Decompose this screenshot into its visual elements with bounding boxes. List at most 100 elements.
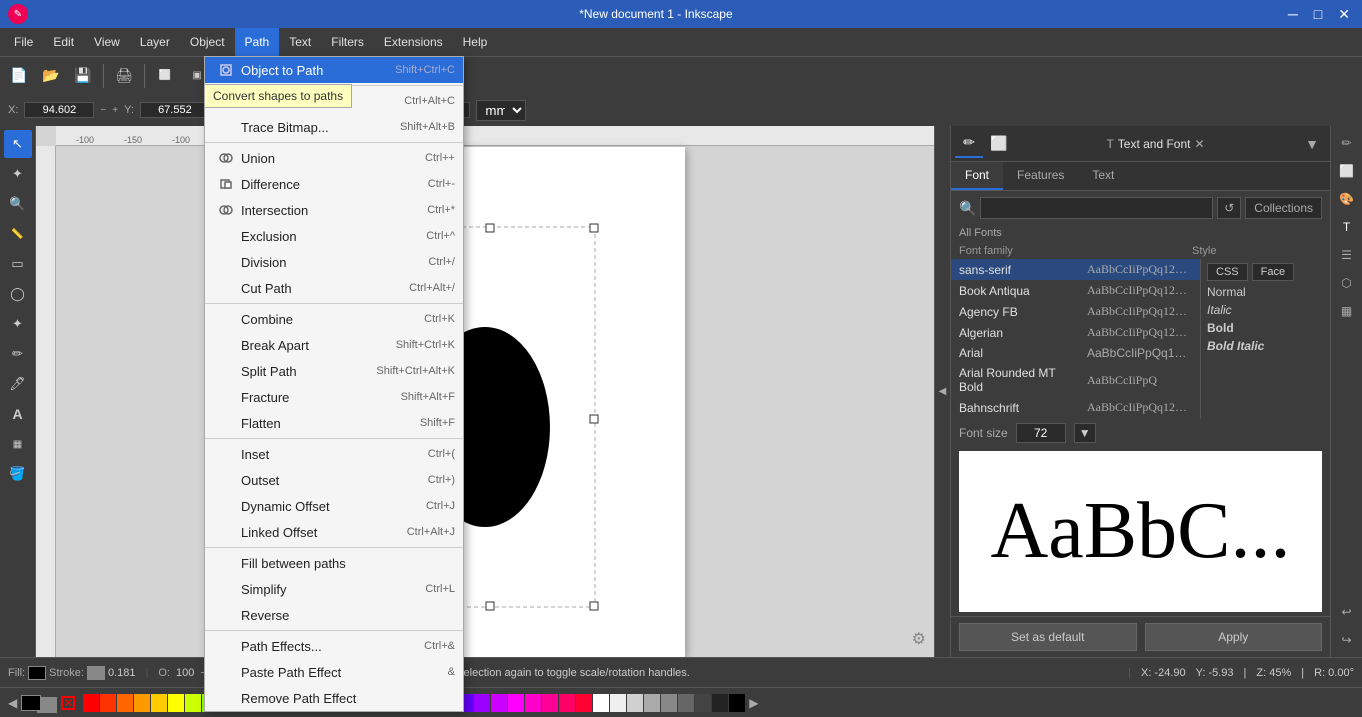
font-size-dropdown[interactable]: ▼ <box>1074 423 1096 443</box>
style-bold[interactable]: Bold <box>1203 319 1328 337</box>
menu-object[interactable]: Object <box>180 28 235 56</box>
menu-item-fracture[interactable]: Fracture Shift+Alt+F <box>205 384 463 410</box>
menu-item-combine[interactable]: Combine Ctrl+K <box>205 306 463 332</box>
menu-item-dynamic-offset[interactable]: Dynamic Offset Ctrl+J <box>205 493 463 519</box>
zoom-fit-page-button[interactable]: ⬜ <box>150 61 180 91</box>
menu-item-trace-bitmap[interactable]: Trace Bitmap... Shift+Alt+B <box>205 114 463 140</box>
zoom-tool[interactable]: 🔍 <box>4 190 32 218</box>
css-button[interactable]: CSS <box>1207 263 1248 281</box>
palette-color[interactable] <box>168 694 184 712</box>
stroke-color-swatch[interactable] <box>87 666 105 680</box>
palette-color[interactable] <box>729 694 745 712</box>
panel-tab-xml[interactable]: ✏ <box>955 130 983 158</box>
face-button[interactable]: Face <box>1252 263 1294 281</box>
symbols-icon[interactable]: ⬡ <box>1334 270 1360 296</box>
menu-filters[interactable]: Filters <box>321 28 374 56</box>
redo-icon-btn[interactable]: ↪ <box>1334 627 1360 653</box>
menu-layer[interactable]: Layer <box>130 28 180 56</box>
xml-editor-icon[interactable]: ✏ <box>1334 130 1360 156</box>
menu-item-paste-path-effect[interactable]: Paste Path Effect & <box>205 659 463 685</box>
tab-features[interactable]: Features <box>1003 162 1078 190</box>
font-list-item-0[interactable]: sans-serif AaBbCcIiPpQq12369$€c? <box>951 259 1200 280</box>
menu-item-reverse[interactable]: Reverse <box>205 602 463 628</box>
undo-icon-btn[interactable]: ↩ <box>1334 599 1360 625</box>
font-list-item-6[interactable]: Bahnschrift AaBbCcIiPpQq12369 <box>951 397 1200 418</box>
menu-file[interactable]: File <box>4 28 43 56</box>
select-tool[interactable]: ↖ <box>4 130 32 158</box>
palette-color[interactable] <box>151 694 167 712</box>
minimize-button[interactable]: ─ <box>1284 6 1302 23</box>
palette-color[interactable] <box>474 694 490 712</box>
palette-color[interactable] <box>83 694 99 712</box>
menu-path[interactable]: Path <box>235 28 280 56</box>
x-minus-btn[interactable]: − <box>100 105 106 116</box>
palette-color[interactable] <box>695 694 711 712</box>
swatches-icon[interactable]: ▦ <box>1334 298 1360 324</box>
text-font-close-icon[interactable]: ✕ <box>1195 137 1205 151</box>
palette-color[interactable] <box>644 694 660 712</box>
menu-item-linked-offset[interactable]: Linked Offset Ctrl+Alt+J <box>205 519 463 545</box>
font-search-input[interactable] <box>980 197 1213 219</box>
pencil-tool[interactable]: ✏ <box>4 340 32 368</box>
color-bar-arrow-left[interactable]: ◀ <box>8 696 17 710</box>
menu-item-split-path[interactable]: Split Path Shift+Ctrl+Alt+K <box>205 358 463 384</box>
apply-button[interactable]: Apply <box>1145 623 1323 651</box>
font-list-item-3[interactable]: Algerian AaBbCcIiPpQq12369$€c?; <box>951 322 1200 343</box>
palette-color[interactable] <box>610 694 626 712</box>
panel-collapse-btn[interactable]: ▼ <box>1298 130 1326 158</box>
menu-item-break-apart[interactable]: Break Apart Shift+Ctrl+K <box>205 332 463 358</box>
palette-color[interactable] <box>491 694 507 712</box>
palette-color[interactable] <box>712 694 728 712</box>
menu-item-union[interactable]: Union Ctrl++ <box>205 145 463 171</box>
fill-indicator[interactable] <box>21 695 41 711</box>
palette-color[interactable] <box>559 694 575 712</box>
open-button[interactable]: 📂 <box>36 61 66 91</box>
close-button[interactable]: ✕ <box>1334 6 1354 23</box>
star-tool[interactable]: ✦ <box>4 310 32 338</box>
font-list-item-2[interactable]: Agency FB AaBbCcIiPpQq12369$€c <box>951 301 1200 322</box>
fill-tool[interactable]: 🪣 <box>4 460 32 488</box>
menu-item-intersection[interactable]: Intersection Ctrl+* <box>205 197 463 223</box>
palette-color[interactable] <box>525 694 541 712</box>
palette-color[interactable] <box>576 694 592 712</box>
collections-button[interactable]: Collections <box>1245 197 1322 219</box>
style-normal[interactable]: Normal <box>1203 283 1328 301</box>
menu-item-difference[interactable]: Difference Ctrl+- <box>205 171 463 197</box>
new-button[interactable]: 📄 <box>4 61 34 91</box>
save-button[interactable]: 💾 <box>68 61 98 91</box>
object-props-icon[interactable]: ⬜ <box>1334 158 1360 184</box>
text-font-icon-btn[interactable]: T <box>1334 214 1360 240</box>
palette-color[interactable] <box>508 694 524 712</box>
menu-item-outset[interactable]: Outset Ctrl+) <box>205 467 463 493</box>
palette-color[interactable] <box>134 694 150 712</box>
fill-color-swatch[interactable] <box>28 666 46 680</box>
menu-item-cut-path[interactable]: Cut Path Ctrl+Alt+/ <box>205 275 463 301</box>
text-tool[interactable]: A <box>4 400 32 428</box>
font-list-item-5[interactable]: Arial Rounded MT Bold AaBbCcIiPpQ <box>951 363 1200 397</box>
layers-icon[interactable]: ☰ <box>1334 242 1360 268</box>
unit-select[interactable]: mm px pt <box>476 100 526 121</box>
measure-tool[interactable]: 📏 <box>4 220 32 248</box>
menu-item-object-to-path[interactable]: Object to Path Shift+Ctrl+C <box>205 57 463 83</box>
palette-color[interactable] <box>185 694 201 712</box>
menu-item-remove-path-effect[interactable]: Remove Path Effect <box>205 685 463 711</box>
fill-stroke-icon[interactable]: 🎨 <box>1334 186 1360 212</box>
menu-item-simplify[interactable]: Simplify Ctrl+L <box>205 576 463 602</box>
style-bold-italic[interactable]: Bold Italic <box>1203 337 1328 355</box>
palette-color[interactable] <box>678 694 694 712</box>
x-plus-btn[interactable]: + <box>112 105 118 116</box>
rect-tool[interactable]: ▭ <box>4 250 32 278</box>
menu-item-division[interactable]: Division Ctrl+/ <box>205 249 463 275</box>
menu-edit[interactable]: Edit <box>43 28 84 56</box>
no-fill-indicator[interactable]: ✕ <box>61 696 75 710</box>
palette-color[interactable] <box>627 694 643 712</box>
font-refresh-button[interactable]: ↺ <box>1217 197 1241 219</box>
palette-color[interactable] <box>100 694 116 712</box>
print-button[interactable]: 🖨 <box>109 61 139 91</box>
font-list-item-4[interactable]: Arial AaBbCcIiPpQq12369$€?:.() <box>951 343 1200 363</box>
gradient-tool[interactable]: ▦ <box>4 430 32 458</box>
node-tool[interactable]: ✦ <box>4 160 32 188</box>
menu-extensions[interactable]: Extensions <box>374 28 453 56</box>
tab-font[interactable]: Font <box>951 162 1003 190</box>
ellipse-tool[interactable]: ◯ <box>4 280 32 308</box>
